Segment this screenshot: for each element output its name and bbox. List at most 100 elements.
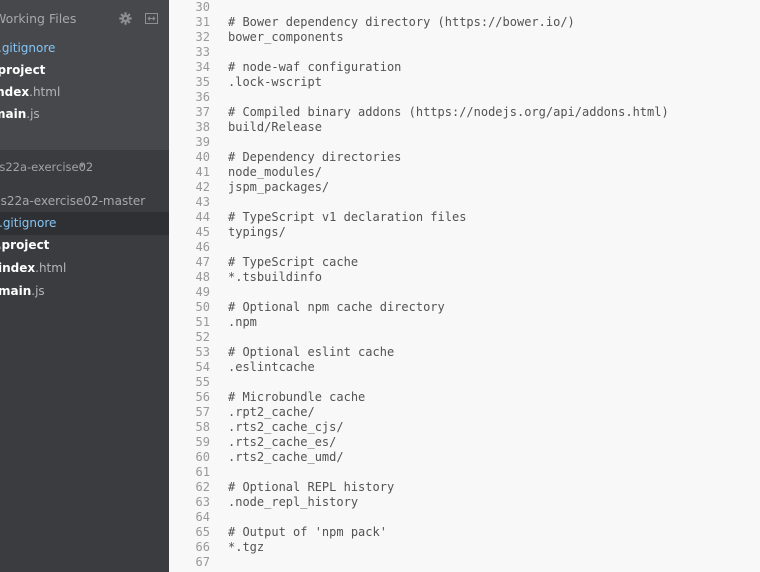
line-number: 62 (195, 480, 210, 494)
code-line[interactable]: 38 build/Release (169, 120, 760, 135)
line-number: 41 (195, 165, 210, 179)
line-text: .rts2_cache_cjs/ (228, 420, 344, 434)
code-line[interactable]: 66 *.tgz (169, 540, 760, 555)
code-line[interactable]: 55 (169, 375, 760, 390)
code-line[interactable]: 43 (169, 195, 760, 210)
line-number: 36 (195, 90, 210, 104)
line-text: # Compiled binary addons (https://nodejs… (228, 105, 669, 119)
code-line[interactable]: 51 .npm (169, 315, 760, 330)
code-line[interactable]: 53 # Optional eslint cache (169, 345, 760, 360)
code-line[interactable]: 44 # TypeScript v1 declaration files (169, 210, 760, 225)
code-line[interactable]: 59 .rts2_cache_es/ (169, 435, 760, 450)
line-number: 58 (195, 420, 210, 434)
line-text: # Optional npm cache directory (228, 300, 445, 314)
code-line[interactable]: 54 .eslintcache (169, 360, 760, 375)
line-text: .lock-wscript (228, 75, 322, 89)
code-line[interactable]: 36 (169, 90, 760, 105)
tree-file-project[interactable]: .project (0, 234, 169, 257)
line-number: 44 (195, 210, 210, 224)
line-number: 52 (195, 330, 210, 344)
file-name: .project (0, 63, 46, 77)
code-line[interactable]: 52 (169, 330, 760, 345)
code-line[interactable]: 39 (169, 135, 760, 150)
code-line[interactable]: 31 # Bower dependency directory (https://… (169, 15, 760, 30)
line-number: 50 (195, 300, 210, 314)
line-number: 37 (195, 105, 210, 119)
code-editor[interactable]: 30 31 # Bower dependency directory (https:… (169, 0, 760, 572)
split-view-icon[interactable] (145, 12, 158, 25)
file-name: main (0, 284, 32, 298)
line-number: 61 (195, 465, 210, 479)
code-line[interactable]: 60 .rts2_cache_umd/ (169, 450, 760, 465)
line-number: 32 (195, 30, 210, 44)
file-name: .gitignore (0, 41, 56, 55)
working-file-gitignore[interactable]: .gitignore (0, 37, 169, 60)
code-line[interactable]: 34 # node-waf configuration (169, 60, 760, 75)
line-text: # Optional REPL history (228, 480, 395, 494)
tree-folder[interactable]: cs22a-exercise02-master (0, 192, 145, 210)
code-line[interactable]: 37 # Compiled binary addons (https://node… (169, 105, 760, 120)
file-ext: .html (35, 261, 67, 275)
code-line[interactable]: 49 (169, 285, 760, 300)
code-line[interactable]: 32 bower_components (169, 30, 760, 45)
line-text: # Dependency directories (228, 150, 402, 164)
code-line[interactable]: 50 # Optional npm cache directory (169, 300, 760, 315)
line-number: 34 (195, 60, 210, 74)
gear-icon[interactable] (119, 12, 132, 25)
line-text: # node-waf configuration (228, 60, 402, 74)
line-text: # TypeScript v1 declaration files (228, 210, 467, 224)
line-text: .npm (228, 315, 257, 329)
line-text: .eslintcache (228, 360, 315, 374)
line-text: .rts2_cache_es/ (228, 435, 337, 449)
code-line[interactable]: 65 # Output of 'npm pack' (169, 525, 760, 540)
line-number: 49 (195, 285, 210, 299)
code-line[interactable]: 56 # Microbundle cache (169, 390, 760, 405)
code-line[interactable]: 30 (169, 0, 760, 15)
line-number: 51 (195, 315, 210, 329)
code-line[interactable]: 63 .node_repl_history (169, 495, 760, 510)
tree-file-index[interactable]: index.html (0, 257, 169, 280)
sidebar: Working Files .gitignore project ndex.ht… (0, 0, 169, 572)
code-line[interactable]: 33 (169, 45, 760, 60)
line-number: 40 (195, 150, 210, 164)
line-number: 63 (195, 495, 210, 509)
line-number: 48 (195, 270, 210, 284)
line-number: 59 (195, 435, 210, 449)
line-number: 46 (195, 240, 210, 254)
line-number: 60 (195, 450, 210, 464)
working-file-project[interactable]: .project (0, 59, 169, 82)
line-text: *.tgz (228, 540, 265, 554)
code-line[interactable]: 41 node_modules/ (169, 165, 760, 180)
line-number: 35 (195, 75, 210, 89)
line-number: 55 (195, 375, 210, 389)
code-line[interactable]: 67 (169, 555, 760, 570)
code-line[interactable]: 42 jspm_packages/ (169, 180, 760, 195)
line-number: 56 (195, 390, 210, 404)
code-line[interactable]: 48 *.tsbuildinfo (169, 270, 760, 285)
code-line[interactable]: 58 .rts2_cache_cjs/ (169, 420, 760, 435)
chevron-down-icon[interactable]: ▾ (80, 161, 84, 170)
line-number: 67 (195, 555, 210, 569)
tree-file-main[interactable]: main.js (0, 280, 169, 303)
working-file-index[interactable]: index.html (0, 81, 169, 104)
code-line[interactable]: 47 # TypeScript cache (169, 255, 760, 270)
tree-file-gitignore[interactable]: .gitignore (0, 212, 169, 235)
line-number: 43 (195, 195, 210, 209)
line-number: 53 (195, 345, 210, 359)
working-file-main[interactable]: main.js (0, 103, 169, 126)
code-line[interactable]: 35 .lock-wscript (169, 75, 760, 90)
file-ext: .js (26, 107, 40, 121)
line-number: 66 (195, 540, 210, 554)
file-ext: .js (31, 284, 45, 298)
code-line[interactable]: 57 .rpt2_cache/ (169, 405, 760, 420)
code-line[interactable]: 46 (169, 240, 760, 255)
code-line[interactable]: 61 (169, 465, 760, 480)
code-line[interactable]: 40 # Dependency directories (169, 150, 760, 165)
line-number: 39 (195, 135, 210, 149)
line-text: bower_components (228, 30, 344, 44)
line-number: 65 (195, 525, 210, 539)
code-line[interactable]: 64 (169, 510, 760, 525)
file-name: index (0, 261, 36, 275)
code-line[interactable]: 45 typings/ (169, 225, 760, 240)
code-line[interactable]: 62 # Optional REPL history (169, 480, 760, 495)
